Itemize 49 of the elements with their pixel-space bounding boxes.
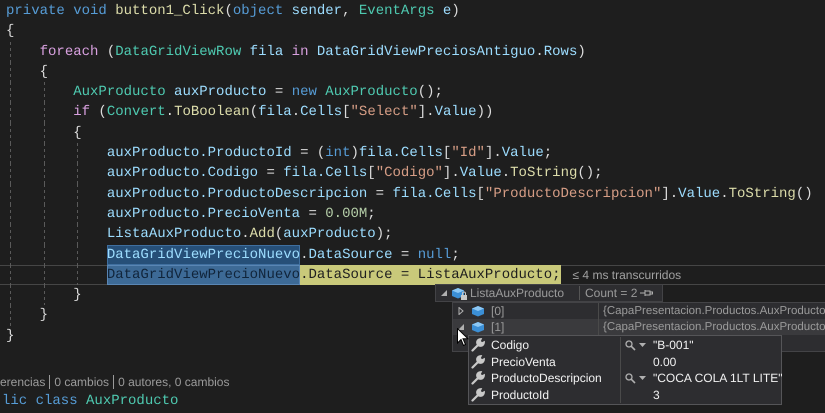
code-line: DataGridViewPrecioNuevo.DataSource = ListaAuxProducto;	[6, 264, 561, 286]
code-line: auxProducto.PrecioVenta = 0.00M;	[6, 204, 376, 224]
code-line: ListaAuxProducto.Add(auxProducto);	[6, 224, 393, 245]
item-name: [0]	[491, 304, 506, 318]
wrench-icon	[471, 371, 485, 386]
code-line: AuxProducto auxProducto = new AuxProducto();	[6, 82, 443, 102]
property-name: Codigo	[491, 338, 530, 352]
code-line: auxProducto.ProductoId = (int)fila.Cells["Id"].Value;	[6, 143, 552, 164]
wrench-icon	[471, 338, 485, 352]
code-line: auxProducto.ProductoDescripcion = fila.Cells["ProductoDescripcion"].Value.ToString()	[6, 184, 813, 204]
cube-lock-icon	[451, 286, 467, 300]
codelens-link[interactable]: 0 cambios	[49, 375, 114, 390]
collapse-triangle-icon[interactable]	[440, 289, 448, 297]
pin-icon[interactable]	[640, 289, 654, 297]
property-value: 3	[652, 388, 661, 402]
code-line: foreach (DataGridViewRow fila in DataGridViewPreciosAntiguo.Rows)	[6, 42, 586, 62]
cube-icon	[471, 320, 485, 334]
variable-value: Count = 2	[579, 286, 638, 300]
codelens-link[interactable]: 0 autores, 0 cambios	[113, 375, 234, 390]
code-line: private void button1_Click(object sender, EventArgs e)	[6, 2, 460, 21]
code-line: DataGridViewPrecioNuevo.DataSource = null;	[6, 244, 460, 265]
property-value: "B-001"	[652, 338, 695, 352]
code-line: {	[6, 22, 14, 42]
wrench-icon	[471, 388, 485, 402]
property-name: PrecioVenta	[491, 354, 557, 369]
code-line: if (Convert.ToBoolean(fila.Cells["Select"].Value))	[6, 102, 494, 123]
variable-name: ListaAuxProducto	[470, 286, 566, 300]
expand-triangle-icon[interactable]	[457, 307, 465, 315]
elapsed-time-tip: ≤ 4 ms transcurridos	[572, 268, 682, 282]
caret-icon[interactable]	[639, 343, 646, 348]
datatip-row[interactable]: [1] {CapaPresentacion.Productos.AuxProducto	[453, 319, 825, 335]
property-value: 0.00	[652, 354, 678, 369]
search-icon[interactable]	[625, 372, 636, 384]
collapse-triangle-icon[interactable]	[457, 323, 465, 331]
property-value: "COCA COLA 1LT LITE"	[652, 371, 782, 386]
codelens-link[interactable]: erencias	[0, 375, 50, 390]
wrench-icon	[471, 354, 485, 369]
code-line: auxProducto.Codigo = fila.Cells["Codigo"].Value.ToString();	[6, 163, 603, 184]
code-line: }	[6, 285, 82, 306]
code-line: }	[6, 326, 14, 346]
item-name: [1]	[491, 320, 506, 334]
code-line: {	[6, 122, 82, 144]
cube-icon	[471, 304, 485, 318]
search-icon[interactable]	[625, 340, 636, 351]
property-name: ProductoDescripcion	[491, 371, 603, 386]
mouse-pointer-icon	[457, 328, 469, 347]
property-name: ProductoId	[491, 388, 550, 402]
code-line: lic class AuxProducto	[2, 392, 178, 412]
caret-icon[interactable]	[639, 376, 646, 380]
